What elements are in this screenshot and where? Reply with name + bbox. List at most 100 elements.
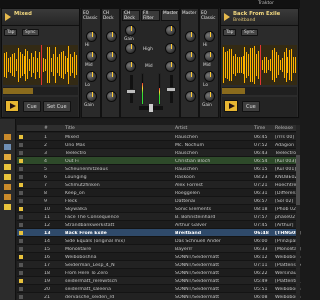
table-row[interactable]: 4 Out Fi Christian Bloch 06:54 [Kul 003] [17,157,300,165]
folder-icon[interactable] [1,183,15,191]
deck-a-overview[interactable] [3,87,78,95]
channel-a-mid-knob[interactable] [106,71,117,82]
track-number: 21 [44,294,50,300]
deck-b-waveform[interactable] [222,45,297,85]
track-tag-icon [19,207,23,211]
table-row[interactable]: 20 seidermatt_saleena SONNT/Seidermatt 05:5… [17,285,301,293]
deck-b-overview[interactable] [222,87,297,95]
table-row[interactable]: 2 Uno Mas Mc. Nochum 07:52 Adagion [17,141,300,149]
table-row[interactable]: 11 Face The Consequence B. Bohnsteinhard 07… [17,213,300,221]
browser-scrollbar[interactable] [296,125,300,300]
track-tag-icon [19,135,23,139]
track-title: Strandbankwerkstatt [65,222,115,228]
star-icon[interactable] [1,163,15,171]
crossfader-handle[interactable] [149,104,153,112]
eq-b-lo-knob[interactable] [204,71,215,82]
table-row[interactable]: 18 From Here To Zero SONNT/Seidermatt 06:22… [17,269,300,277]
track-tag-icon [19,239,23,243]
folder-icon[interactable] [1,133,15,141]
channel-a-high-knob[interactable] [106,51,117,62]
deck-a-icon[interactable] [1,153,15,161]
table-row[interactable]: 12 Strandbankwerkstatt Arthur Galver 07:45[… [17,221,300,229]
eq-a-lo-knob[interactable] [86,71,97,82]
eq-b-gain-knob[interactable] [204,91,215,102]
mixer-high-b-knob[interactable] [165,43,176,54]
folder-icon[interactable] [1,193,15,201]
waveform-bar [11,53,13,77]
eq-a-hi-knob[interactable] [86,31,97,42]
col-header-time[interactable]: Time [254,126,265,131]
deck-b-header: Back From Exile Breitband [221,9,298,26]
playlist-icon[interactable] [1,143,15,151]
table-row[interactable]: 8 Keep_on Roeggelen 06:31 [Differenz] [17,189,300,197]
col-header-release[interactable]: Release [275,126,293,131]
play-icon [229,103,235,109]
mixer-tab-deck[interactable]: CH Deck [122,10,140,21]
deck-a-play-button[interactable] [5,100,19,112]
table-row[interactable]: 21 dervasche_seiden_rd SONNT/Seidermatt 06:… [17,293,301,300]
table-row[interactable]: 9 Fleck Dattenai 06:57 [Sol 02] [17,197,300,205]
mixer-tab-master[interactable]: Master [161,10,179,21]
crossfader[interactable] [139,104,163,112]
table-row[interactable]: 6 Lounging Raskoon 08:23 KNOBE02 [17,173,300,181]
channel-fader-b[interactable] [166,87,176,92]
eq-a-mid-knob[interactable] [86,51,97,62]
table-row[interactable]: 17 Seiderman_Lesp_4_N SONNT/Seidermatt 07:1… [17,261,301,269]
track-list-header: # Title Artist Time Release [17,125,300,132]
col-header-title[interactable]: Title [65,126,75,131]
waveform-bar [46,47,48,83]
eq-b-mid-knob[interactable] [204,51,215,62]
channel-a-gain-knob[interactable] [106,31,117,42]
track-title: seidermatt_saleena [65,286,112,292]
star-icon[interactable] [1,203,15,211]
col-header-artist[interactable]: Artist [175,126,187,131]
mixer-mid-label: Mid [145,64,153,69]
waveform-bar [223,46,224,84]
channel-a-low-knob[interactable] [106,91,117,102]
deck-a-tap-button[interactable]: Tap [4,29,18,36]
table-row[interactable]: 5 Scheunenhitzeaus Rauschen 06:15 [Kul 001] [17,165,300,173]
deck-a-setcue-button[interactable]: Set Cue [43,101,71,112]
vu-meter-b [158,73,161,105]
channel-b-low-knob[interactable] [185,91,196,102]
deck-a-cue-button[interactable]: Cue [23,101,41,112]
table-row[interactable]: 7 Schmutzfinken Alex Forrest 07:21 Hoechtre [17,181,300,189]
mixer-gain-b-knob[interactable] [165,25,176,36]
waveform-bar [273,47,275,83]
track-title: Out Fi [65,158,79,164]
deck-b-play-button[interactable] [224,100,238,112]
channel-b-high-knob[interactable] [185,51,196,62]
table-row[interactable]: 3 Teelectro Rauschen 06:43 Teelectro [17,149,300,157]
table-row[interactable]: 19 seidermatt_rerewitsch SONNT/Seidermatt 0… [17,277,301,285]
mixer-mid-a-knob[interactable] [125,61,136,72]
deck-a-waveform[interactable] [3,45,78,85]
table-row[interactable]: 16 Weiboboshna SONNT/Seidermatt 06:12 Weibob… [17,253,301,261]
eq-b-hi-knob[interactable] [204,31,215,42]
deck-a-sync-button[interactable]: Sync [22,29,39,36]
scrollbar-thumb[interactable] [296,155,300,205]
deck-b-cue-button[interactable]: Cue [242,101,260,112]
table-row[interactable]: 15 Monolitaire Bayerrr 06:33 [Monolitar] [17,245,301,253]
col-header-number[interactable]: # [44,126,48,131]
mixer-tab-fx[interactable]: FX Filter [141,10,160,21]
eq-a-gain-knob[interactable] [86,91,97,102]
channel-b-gain-knob[interactable] [185,31,196,42]
channel-b-mid-knob[interactable] [185,71,196,82]
waveform-bar [17,47,19,83]
deck-b-sync-button[interactable]: Sync [241,29,258,36]
table-row[interactable]: 10 Skywalka Sonic Elements 08:18 [Phob 02] [17,205,300,213]
mixer-gain-a-knob[interactable] [125,25,136,36]
table-row[interactable]: 14 Side Equals (original mix) Das Schnuell… [17,237,300,245]
track-artist: SONNT/Seidermatt [175,278,220,284]
waveform-bar [236,57,238,73]
channel-fader-a[interactable] [126,89,136,94]
star-icon[interactable] [1,173,15,181]
deck-b-tap-button[interactable]: Tap [223,29,237,36]
table-row[interactable]: 1 Mixed Rauschen 06:45 [rrrs 00] [17,133,300,141]
track-artist: Mc. Nochum [175,142,205,148]
deck-a: Mixed Tap Sync Cue Set Cue [1,8,80,118]
table-row[interactable]: 13 Back From Exile Breitband 06:48 [THNG08] [17,229,301,237]
mixer-high-a-knob[interactable] [125,43,136,54]
mixer-mid-b-knob[interactable] [165,61,176,72]
track-title: Lounging [65,174,87,180]
